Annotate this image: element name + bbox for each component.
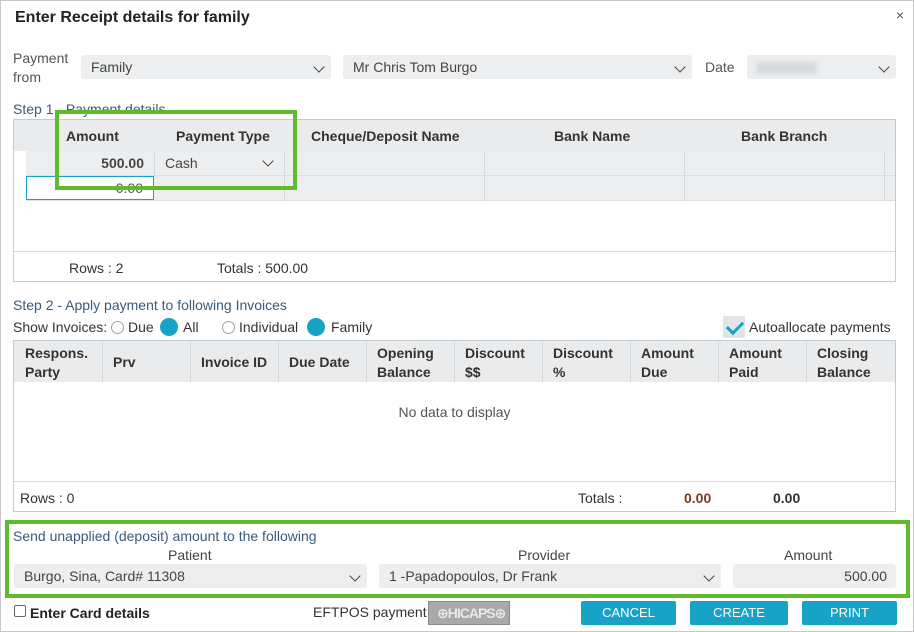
eftpos-logo-icon: ⊕HICAPS⊕ xyxy=(437,605,506,621)
payment-from-person-select[interactable]: Mr Chris Tom Burgo xyxy=(343,55,692,79)
radio-family-label[interactable]: Family xyxy=(331,319,372,335)
enter-card-checkbox[interactable] xyxy=(14,605,26,617)
invoices-header: Respons. Party Prv Invoice ID Due Date Op… xyxy=(14,341,895,382)
col-amount-due: Amount Due xyxy=(641,345,694,380)
total-amount-paid: 0.00 xyxy=(773,490,801,506)
rows-count: Rows : 2 xyxy=(69,260,124,276)
radio-individual[interactable] xyxy=(222,321,235,334)
col-discount-dollar: Discount $$ xyxy=(465,345,525,380)
totals: Totals : 500.00 xyxy=(217,260,309,276)
col-prv: Prv xyxy=(113,354,136,370)
radio-family[interactable] xyxy=(307,318,325,336)
cancel-button[interactable]: CANCEL xyxy=(581,601,676,625)
radio-individual-label[interactable]: Individual xyxy=(239,319,298,335)
radio-due[interactable] xyxy=(111,321,124,334)
payment-from-label-1: Payment xyxy=(13,50,69,66)
radio-all[interactable] xyxy=(160,318,178,336)
bank-name-cell[interactable] xyxy=(485,176,685,201)
col-opening-balance: Opening Balance xyxy=(377,345,434,380)
col-bank-branch: Bank Branch xyxy=(741,128,828,144)
cheque-deposit-cell[interactable] xyxy=(285,176,485,201)
totals-label: Totals : xyxy=(578,490,623,506)
create-button[interactable]: CREATE xyxy=(690,601,788,625)
bank-branch-cell[interactable] xyxy=(685,176,885,201)
step2-title: Step 2 - Apply payment to following Invo… xyxy=(13,297,287,313)
close-icon[interactable]: × xyxy=(896,7,904,23)
cheque-deposit-cell[interactable] xyxy=(285,151,485,176)
bank-branch-cell[interactable] xyxy=(685,151,885,176)
payment-from-type-select[interactable]: Family xyxy=(81,55,331,79)
total-amount-due: 0.00 xyxy=(684,490,712,506)
date-select[interactable] xyxy=(747,55,896,79)
col-closing-balance: Closing Balance xyxy=(817,345,871,380)
chevron-down-icon xyxy=(878,61,890,73)
col-amount-paid: Amount Paid xyxy=(729,345,782,380)
radio-all-label[interactable]: All xyxy=(183,319,199,335)
rows-count: Rows : 0 xyxy=(20,490,75,506)
highlight-box xyxy=(5,520,910,598)
print-button[interactable]: PRINT xyxy=(802,601,897,625)
autoallocate-label[interactable]: Autoallocate payments xyxy=(749,319,891,335)
payment-from-label-2: from xyxy=(13,69,41,85)
col-bank-name: Bank Name xyxy=(554,128,631,144)
radio-due-label[interactable]: Due xyxy=(128,319,154,335)
dialog-title: Enter Receipt details for family xyxy=(15,9,250,26)
payment-from-type-value: Family xyxy=(91,59,133,75)
col-cheque-deposit-name: Cheque/Deposit Name xyxy=(311,128,460,144)
col-respons-party: Respons. Party xyxy=(25,345,89,380)
col-invoice-id: Invoice ID xyxy=(201,354,268,370)
bank-name-cell[interactable] xyxy=(485,151,685,176)
invoices-footer: Rows : 0 Totals : 0.00 0.00 xyxy=(14,481,895,511)
date-value-redacted xyxy=(757,62,817,75)
eftpos-icon[interactable]: ⊕HICAPS⊕ xyxy=(428,601,510,625)
highlight-box xyxy=(55,110,297,190)
col-discount-percent: Discount% xyxy=(553,345,613,380)
chevron-down-icon xyxy=(674,61,686,73)
no-data-message: No data to display xyxy=(398,404,511,420)
show-invoices-label: Show Invoices: xyxy=(13,319,108,335)
enter-card-label[interactable]: Enter Card details xyxy=(30,605,150,621)
col-due-date: Due Date xyxy=(289,354,350,370)
invoices-grid: Respons. Party Prv Invoice ID Due Date Op… xyxy=(13,340,896,512)
eftpos-label: EFTPOS payment xyxy=(313,604,427,620)
payment-from-person-value: Mr Chris Tom Burgo xyxy=(353,59,478,75)
autoallocate-checkbox[interactable] xyxy=(723,316,745,338)
chevron-down-icon xyxy=(313,61,325,73)
date-label: Date xyxy=(705,59,735,75)
payment-details-footer: Rows : 2 Totals : 500.00 xyxy=(14,251,895,281)
